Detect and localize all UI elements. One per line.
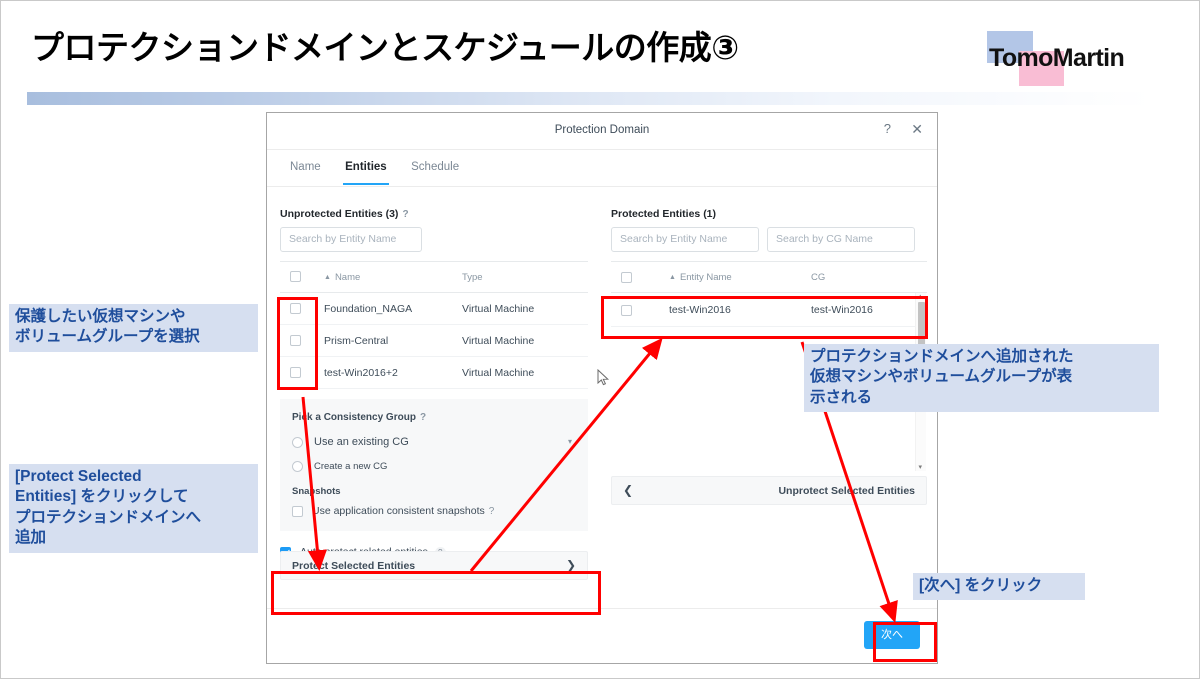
protect-selected-entities-label: Protect Selected Entities	[292, 560, 416, 572]
annotation-displayed: プロテクションドメインへ追加された 仮想マシンやボリュームグループが表 示される	[804, 344, 1159, 413]
column-type[interactable]: Type	[452, 261, 588, 293]
unprotected-entities-panel: Unprotected Entities (3)? Search by Enti…	[280, 187, 588, 558]
radio-use-existing-cg[interactable]: Use an existing CG ▾	[292, 436, 576, 448]
consistency-group-label: Pick a Consistency Group	[292, 412, 416, 423]
row-checkbox-cell	[621, 304, 632, 316]
table-row[interactable]: test-Win2016 test-Win2016	[611, 293, 927, 327]
radio-label: Create a new CG	[314, 461, 388, 472]
consistency-group-help-icon[interactable]: ?	[420, 412, 426, 423]
tab-entities[interactable]: Entities	[335, 150, 397, 185]
sort-ascending-icon: ▲	[324, 273, 331, 281]
unprotected-entities-label: Unprotected Entities (3)	[280, 208, 399, 220]
chevron-right-icon: ❯	[565, 558, 576, 572]
column-type-label: Type	[462, 271, 483, 283]
column-name-label: Name	[334, 271, 361, 283]
unprotect-selected-entities-label: Unprotect Selected Entities	[778, 485, 915, 497]
row-checkbox[interactable]	[290, 367, 301, 379]
row-name: Prism-Central	[314, 324, 452, 357]
column-entity-name[interactable]: ▲ Entity Name	[669, 272, 732, 283]
dialog-titlebar: Protection Domain ? ✕	[267, 113, 937, 150]
logo-text: TomoMartin	[989, 44, 1125, 72]
column-name[interactable]: ▲ Name	[314, 261, 452, 293]
column-cg[interactable]: CG	[811, 272, 825, 283]
row-checkbox-cell	[280, 292, 314, 325]
select-all-checkbox[interactable]	[621, 272, 632, 283]
table-row[interactable]: Foundation_NAGA Virtual Machine	[280, 292, 588, 325]
scroll-up-icon[interactable]: ▴	[919, 292, 923, 300]
page-title: プロテクションドメインとスケジュールの作成③	[31, 29, 739, 66]
chevron-down-icon[interactable]: ▾	[568, 437, 572, 446]
dialog-footer: 次へ	[267, 608, 937, 663]
protect-selected-entities-button[interactable]: Protect Selected Entities ❯	[280, 551, 588, 580]
snapshots-title: Snapshots	[292, 486, 341, 497]
protected-entities-heading: Protected Entities (1)	[611, 208, 717, 220]
table-row[interactable]: Prism-Central Virtual Machine	[280, 324, 588, 357]
radio-button[interactable]	[292, 436, 303, 448]
row-checkbox-cell	[280, 356, 314, 389]
app-consistent-snapshots-label: Use application consistent snapshots	[312, 505, 485, 517]
mouse-cursor	[597, 369, 610, 386]
row-name: Foundation_NAGA	[314, 292, 452, 325]
annotation-click-protect: [Protect Selected Entities] をクリックして プロテク…	[9, 464, 258, 553]
consistency-group-section: Pick a Consistency Group? Use an existin…	[280, 399, 588, 531]
app-consistent-snapshots-row[interactable]: Use application consistent snapshots ?	[292, 505, 576, 517]
radio-create-new-cg[interactable]: Create a new CG	[292, 461, 576, 472]
chevron-left-icon: ❮	[623, 483, 634, 497]
unprotect-selected-entities-button[interactable]: ❮ Unprotect Selected Entities	[611, 476, 927, 505]
sort-ascending-icon: ▲	[669, 274, 676, 281]
slide-canvas: プロテクションドメインとスケジュールの作成③ TomoMartin Protec…	[0, 0, 1200, 679]
brand-logo: TomoMartin	[987, 31, 1167, 87]
unprotected-search-row: Search by Entity Name	[280, 227, 588, 252]
protected-search-row: Search by Entity Name Search by CG Name	[611, 227, 927, 252]
row-checkbox[interactable]	[290, 303, 301, 315]
row-checkbox[interactable]	[621, 304, 632, 316]
row-cg: test-Win2016	[811, 304, 873, 316]
row-type: Virtual Machine	[452, 324, 588, 357]
unprotected-help-icon[interactable]: ?	[402, 209, 408, 220]
consistency-group-title: Pick a Consistency Group?	[292, 412, 576, 423]
radio-button[interactable]	[292, 461, 303, 472]
tab-name[interactable]: Name	[280, 150, 331, 184]
row-entity-name: test-Win2016	[669, 304, 731, 316]
dialog-tabs: Name Entities Schedule	[267, 150, 937, 187]
tab-schedule[interactable]: Schedule	[401, 150, 469, 184]
annotation-select-entities: 保護したい仮想マシンや ボリュームグループを選択	[9, 304, 258, 352]
table-header-row: ▲ Name Type	[280, 261, 588, 293]
table-row[interactable]: test-Win2016+2 Virtual Machine	[280, 356, 588, 389]
close-icon[interactable]: ✕	[911, 122, 923, 136]
unprotected-entities-heading: Unprotected Entities (3)?	[280, 208, 588, 220]
unprotected-entities-table: ▲ Name Type Foundation_NAGA Virtual Machi…	[280, 261, 588, 389]
select-all-header	[621, 272, 632, 283]
column-entity-name-label: Entity Name	[679, 272, 732, 283]
row-name: test-Win2016+2	[314, 356, 452, 389]
row-type: Virtual Machine	[452, 356, 588, 389]
search-input-protected-entity[interactable]: Search by Entity Name	[611, 227, 759, 252]
scrollbar-thumb[interactable]	[918, 302, 925, 349]
scroll-down-icon[interactable]: ▾	[919, 463, 923, 471]
row-type: Virtual Machine	[452, 292, 588, 325]
row-checkbox[interactable]	[290, 335, 301, 347]
snapshots-help-icon[interactable]: ?	[489, 506, 495, 517]
row-checkbox-cell	[280, 324, 314, 357]
next-button[interactable]: 次へ	[864, 621, 920, 649]
annotation-click-next: [次へ] をクリック	[913, 573, 1085, 601]
help-icon[interactable]: ?	[884, 122, 891, 136]
search-input-unprotected[interactable]: Search by Entity Name	[280, 227, 422, 252]
select-all-checkbox[interactable]	[290, 271, 301, 283]
select-all-header	[280, 261, 314, 293]
column-cg-label: CG	[811, 272, 826, 283]
radio-label: Use an existing CG	[314, 436, 409, 448]
app-consistent-snapshots-checkbox[interactable]	[292, 505, 303, 517]
header-gradient-divider	[27, 92, 1152, 105]
dialog-title: Protection Domain	[554, 124, 650, 136]
search-input-protected-cg[interactable]: Search by CG Name	[767, 227, 915, 252]
table-header-row: ▲ Entity Name CG	[611, 262, 927, 293]
